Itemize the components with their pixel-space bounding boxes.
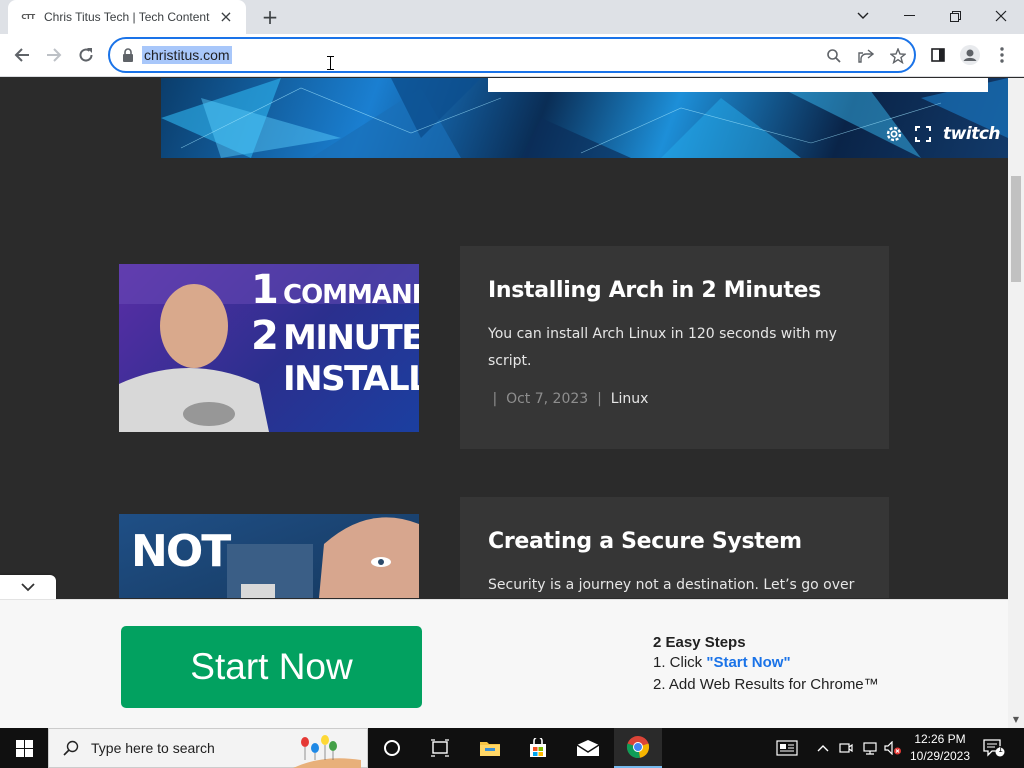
show-hidden-icons-chevron-up-icon[interactable]: [815, 740, 831, 756]
lock-icon[interactable]: [122, 48, 134, 62]
step-2: 2. Add Web Results for Chrome™: [653, 676, 879, 693]
back-button[interactable]: [7, 40, 37, 70]
post-date: Oct 7, 2023: [506, 391, 589, 407]
post-card: Creating a Secure System Security is a j…: [460, 497, 889, 598]
tab-search-chevron-down-icon[interactable]: [840, 0, 886, 32]
site-favicon-icon: CTT: [21, 13, 35, 21]
twitch-embed-banner[interactable]: twitch: [161, 78, 1008, 158]
bookmark-star-icon[interactable]: [888, 46, 908, 66]
cortana-icon[interactable]: [368, 728, 416, 768]
thumb-word-install: INSTALL: [283, 359, 419, 399]
windows-start-button[interactable]: [0, 728, 48, 768]
step-1-prefix: 1. Click: [653, 654, 707, 671]
taskbar-search-box[interactable]: Type here to search: [48, 728, 368, 768]
url-text[interactable]: christitus.com: [142, 46, 232, 64]
post-excerpt: You can install Arch Linux in 120 second…: [488, 326, 837, 369]
address-bar[interactable]: christitus.com: [108, 37, 916, 73]
close-window-button[interactable]: [978, 0, 1024, 32]
chrome-taskbar-icon[interactable]: [614, 728, 662, 768]
windows-taskbar: Type here to search 12:26 PM 10/29/2023 …: [0, 728, 1024, 768]
step-1: 1. Click "Start Now": [653, 652, 879, 674]
page-scrollbar[interactable]: ▼: [1008, 78, 1024, 728]
post-thumbnail[interactable]: NOT: [119, 514, 419, 598]
forward-button[interactable]: [39, 40, 69, 70]
post-title[interactable]: Installing Arch in 2 Minutes: [488, 278, 861, 303]
search-highlight-balloons-icon: [293, 735, 361, 768]
profile-avatar-icon[interactable]: [955, 40, 985, 70]
menu-kebab-icon[interactable]: [987, 40, 1017, 70]
meet-now-icon[interactable]: [838, 740, 854, 756]
side-panel-icon[interactable]: [923, 40, 953, 70]
search-icon: [63, 740, 79, 756]
task-view-icon[interactable]: [416, 728, 464, 768]
post-category-link[interactable]: Linux: [611, 391, 649, 407]
start-now-button[interactable]: Start Now: [121, 626, 422, 708]
settings-gear-icon[interactable]: [885, 125, 903, 143]
scrollbar-thumb[interactable]: [1011, 176, 1021, 282]
reload-button[interactable]: [71, 40, 101, 70]
tab-title: Chris Titus Tech | Tech Content C: [44, 10, 210, 24]
thumb-number-1: 1: [251, 267, 279, 313]
meta-separator: |: [492, 391, 498, 407]
post-title[interactable]: Creating a Secure System: [488, 529, 861, 554]
post-thumbnail[interactable]: 1 COMMAND 2 MINUTE INSTALL: [119, 264, 419, 432]
minimize-button[interactable]: [886, 0, 932, 32]
microsoft-store-icon[interactable]: [514, 728, 562, 768]
news-widget-icon[interactable]: [776, 740, 798, 756]
text-cursor-icon: [327, 56, 334, 70]
search-icon[interactable]: [824, 46, 844, 66]
file-explorer-icon[interactable]: [466, 728, 514, 768]
network-icon[interactable]: [861, 740, 879, 756]
thumb-number-2: 2: [251, 313, 279, 359]
browser-toolbar: christitus.com: [0, 34, 1024, 77]
thumb-word-minute: MINUTE: [283, 318, 419, 358]
fullscreen-icon[interactable]: [915, 126, 932, 142]
browser-tab[interactable]: CTT Chris Titus Tech | Tech Content C ×: [8, 0, 246, 34]
mail-icon[interactable]: [564, 728, 612, 768]
new-tab-button[interactable]: +: [258, 5, 282, 29]
restore-button[interactable]: [932, 0, 978, 32]
scroll-down-arrow-icon[interactable]: ▼: [1011, 716, 1021, 724]
steps-title: 2 Easy Steps: [653, 634, 746, 651]
post-excerpt: Security is a journey not a destination.…: [488, 577, 855, 593]
search-placeholder: Type here to search: [91, 740, 215, 756]
embed-white-bar: [488, 78, 988, 92]
twitch-controls: twitch: [885, 124, 1000, 144]
ad-banner: Start Now 2 Easy Steps 1. Click "Start N…: [0, 599, 1008, 728]
thumb-word-not: NOT: [131, 526, 231, 577]
tab-strip: CTT Chris Titus Tech | Tech Content C × …: [0, 0, 1024, 34]
notification-count-badge: 1: [997, 745, 1004, 754]
meta-separator: |: [597, 391, 602, 407]
notification-center-icon[interactable]: 1: [983, 739, 1005, 757]
post-card: Installing Arch in 2 Minutes You can ins…: [460, 246, 889, 449]
thumb-word-command: COMMAND: [283, 280, 419, 310]
windows-logo-icon: [15, 739, 33, 757]
share-icon[interactable]: [856, 46, 876, 66]
post-meta: | Oct 7, 2023 | Linux: [488, 391, 861, 407]
clock-time: 12:26 PM: [914, 732, 966, 746]
tab-close-icon[interactable]: ×: [218, 9, 234, 25]
system-clock[interactable]: 12:26 PM 10/29/2023: [896, 731, 984, 765]
clock-date: 10/29/2023: [909, 749, 971, 763]
page-viewport: twitch 1 COMMAND 2 MINUTE INSTALL Installi…: [0, 78, 1008, 598]
ad-steps: 2 Easy Steps 1. Click "Start Now" 2. Add…: [653, 634, 879, 696]
collapse-ad-button[interactable]: [0, 575, 56, 599]
chevron-down-icon: [21, 582, 35, 591]
step-1-link[interactable]: "Start Now": [706, 654, 790, 671]
twitch-logo[interactable]: twitch: [943, 124, 1000, 144]
